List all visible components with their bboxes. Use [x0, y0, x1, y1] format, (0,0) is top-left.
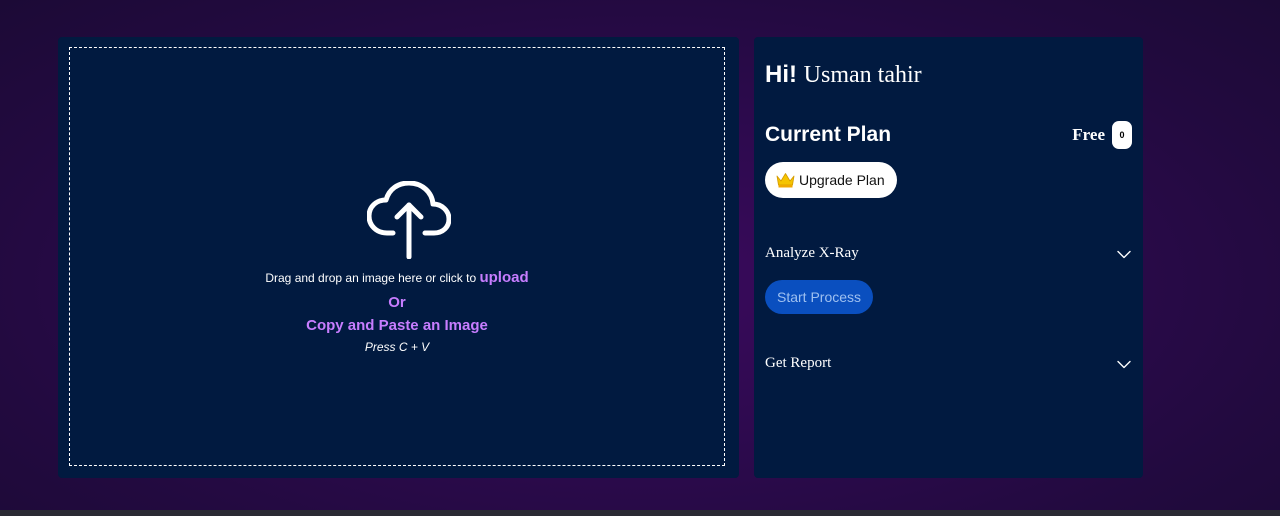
- start-process-button[interactable]: Start Process: [765, 280, 874, 314]
- upgrade-plan-button[interactable]: Upgrade Plan: [765, 162, 897, 198]
- paste-shortcut-hint: Press C + V: [364, 340, 430, 354]
- credits-badge: 0: [1112, 121, 1132, 149]
- analyze-xray-toggle[interactable]: Analyze X-Ray: [765, 245, 859, 262]
- account-panel: Hi! Usman tahir Current Plan Free 0 Upgr…: [754, 37, 1143, 478]
- plan-name: Free: [1072, 125, 1105, 144]
- upgrade-plan-label: Upgrade Plan: [799, 172, 885, 188]
- upload-link[interactable]: upload: [479, 269, 528, 286]
- or-separator: Or: [388, 294, 406, 311]
- greeting-hi: Hi!: [765, 61, 797, 88]
- cloud-upload-icon[interactable]: [367, 181, 451, 259]
- paste-instructions: Copy and Paste an Image: [306, 317, 488, 334]
- current-plan-heading: Current Plan: [765, 123, 892, 146]
- get-report-toggle[interactable]: Get Report: [765, 355, 831, 372]
- chevron-down-icon[interactable]: [1117, 360, 1131, 369]
- greeting: Hi! Usman tahir: [765, 61, 922, 89]
- upload-panel: Drag and drop an image here or click to …: [58, 37, 739, 478]
- crown-icon: [776, 173, 795, 188]
- user-name: Usman tahir: [803, 62, 922, 88]
- bottom-bar: [0, 510, 1280, 516]
- chevron-down-icon[interactable]: [1117, 250, 1131, 259]
- drop-text: Drag and drop an image here or click to: [265, 271, 480, 285]
- drop-instructions: Drag and drop an image here or click to …: [70, 270, 724, 286]
- image-dropzone[interactable]: Drag and drop an image here or click to …: [69, 47, 725, 466]
